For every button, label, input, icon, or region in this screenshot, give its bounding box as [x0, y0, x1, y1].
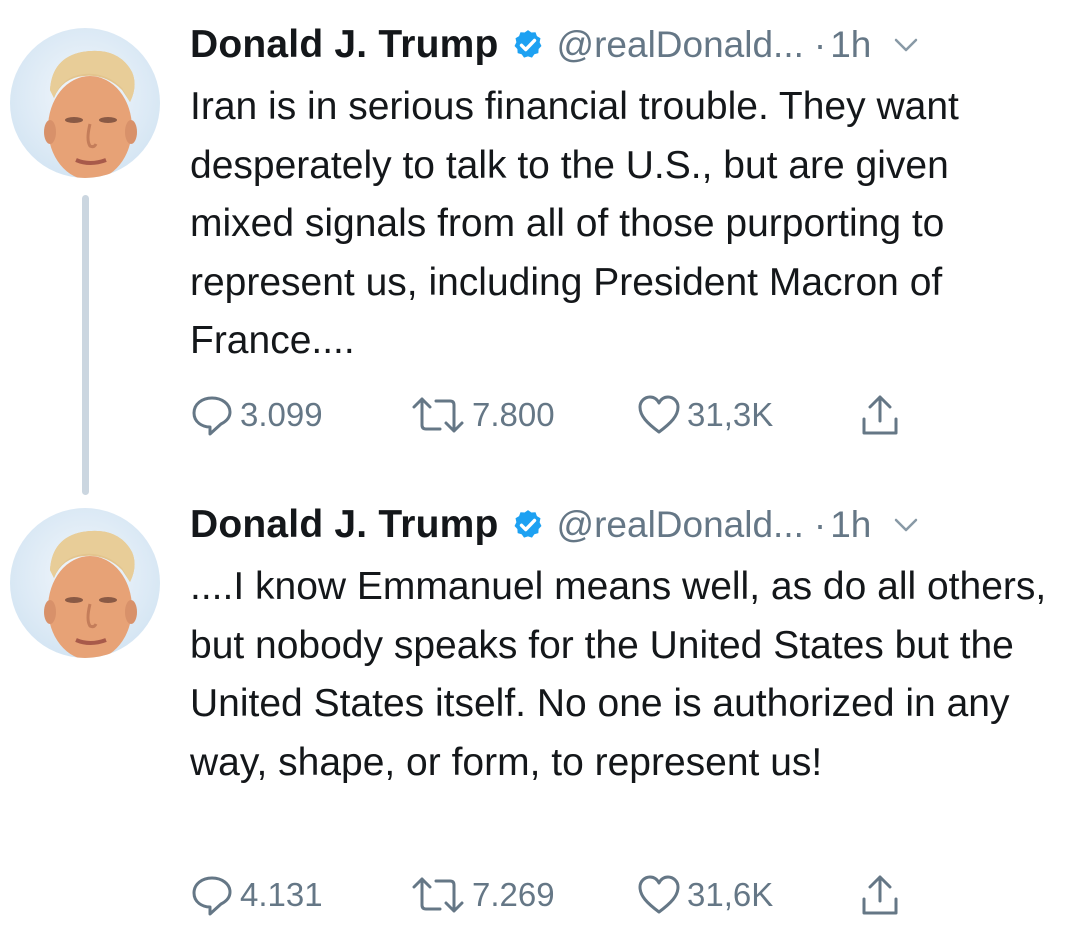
tweet[interactable]: Donald J. Trump @realDonald... · 1h Iran…	[0, 0, 1072, 470]
like-count: 31,3K	[687, 396, 774, 433]
author-name[interactable]: Donald J. Trump	[190, 503, 499, 547]
reply-count: 3.099	[240, 396, 323, 433]
verified-badge-icon	[511, 508, 545, 542]
tweet-header: Donald J. Trump @realDonald... · 1h	[190, 500, 919, 550]
tweet[interactable]: Donald J. Trump @realDonald... · 1h ....…	[0, 470, 1072, 938]
chevron-down-icon[interactable]	[893, 36, 919, 54]
timestamp[interactable]: 1h	[830, 504, 871, 546]
reply-count: 4.131	[240, 876, 323, 913]
retweet-button[interactable]: 7.269	[410, 872, 555, 918]
tweet-text: ....I know Emmanuel means well, as do al…	[190, 565, 1047, 784]
share-button[interactable]	[858, 392, 902, 438]
tweet-thread: Donald J. Trump @realDonald... · 1h Iran…	[0, 0, 1072, 938]
reply-icon	[190, 393, 234, 437]
share-icon	[858, 393, 902, 437]
retweet-icon	[410, 873, 466, 917]
heart-icon	[637, 873, 681, 917]
verified-badge-icon	[511, 28, 545, 62]
separator: ·	[813, 504, 827, 545]
retweet-icon	[410, 393, 466, 437]
retweet-button[interactable]: 7.800	[410, 392, 555, 438]
avatar[interactable]	[10, 508, 160, 658]
author-name[interactable]: Donald J. Trump	[190, 23, 499, 67]
chevron-down-icon[interactable]	[893, 516, 919, 534]
share-icon	[858, 873, 902, 917]
reply-button[interactable]: 3.099	[190, 392, 323, 438]
retweet-count: 7.269	[472, 876, 555, 913]
reply-button[interactable]: 4.131	[190, 872, 323, 918]
reply-icon	[190, 873, 234, 917]
like-button[interactable]: 31,6K	[637, 872, 773, 918]
like-count: 31,6K	[687, 876, 774, 913]
tweet-text: Iran is in serious financial trouble. Th…	[190, 85, 959, 362]
heart-icon	[637, 393, 681, 437]
retweet-count: 7.800	[472, 396, 555, 433]
timestamp[interactable]: 1h	[830, 24, 871, 66]
share-button[interactable]	[858, 872, 902, 918]
tweet-actions: 3.099 7.800 31,3K	[190, 392, 970, 438]
avatar[interactable]	[10, 28, 160, 178]
like-button[interactable]: 31,3K	[637, 392, 773, 438]
separator: ·	[813, 24, 827, 65]
tweet-actions: 4.131 7.269 31,6K	[190, 872, 970, 918]
author-handle[interactable]: @realDonald...	[557, 24, 804, 66]
author-handle[interactable]: @realDonald...	[557, 504, 804, 546]
tweet-header: Donald J. Trump @realDonald... · 1h	[190, 20, 919, 70]
